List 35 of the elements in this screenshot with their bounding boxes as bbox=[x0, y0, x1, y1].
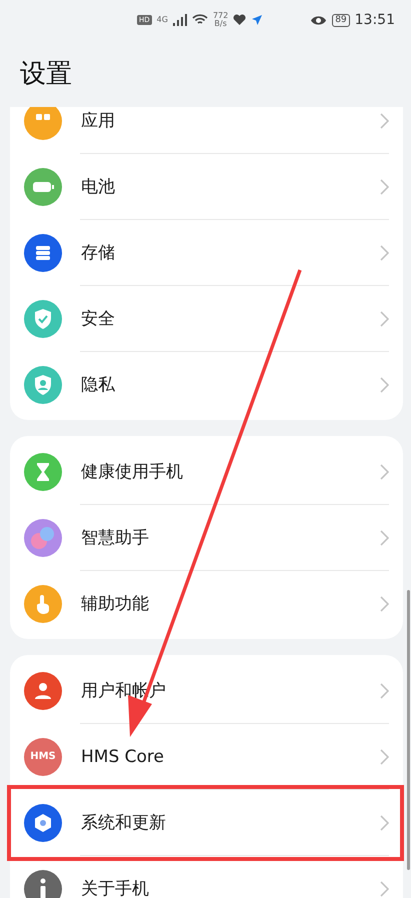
chevron-icon bbox=[380, 112, 389, 128]
chevron-icon bbox=[380, 464, 389, 480]
battery-indicator: 89 bbox=[332, 14, 350, 26]
settings-item[interactable]: 辅助功能 bbox=[10, 571, 403, 636]
speed-value: 772 bbox=[212, 12, 228, 20]
page-title: 设置 bbox=[20, 58, 72, 91]
signal-icon bbox=[172, 14, 187, 26]
settings-item[interactable]: 系统和更新 bbox=[10, 790, 403, 855]
settings-item[interactable]: 智慧助手 bbox=[10, 505, 403, 570]
network-type: 4G bbox=[156, 16, 168, 24]
settings-item[interactable]: 健康使用手机 bbox=[10, 439, 403, 504]
hms-icon: HMS bbox=[24, 738, 62, 776]
chevron-icon bbox=[380, 748, 389, 764]
speed-unit: B/s bbox=[214, 20, 227, 28]
settings-item[interactable]: 关于手机 bbox=[10, 856, 403, 898]
chevron-icon bbox=[380, 530, 389, 546]
settings-item[interactable]: 隐私 bbox=[10, 352, 403, 417]
settings-item[interactable]: 应用 bbox=[10, 107, 403, 153]
chevron-icon bbox=[380, 880, 389, 896]
wifi-icon bbox=[192, 14, 208, 26]
chevron-icon bbox=[380, 310, 389, 326]
clock: 13:51 bbox=[354, 12, 395, 28]
eye-icon bbox=[310, 14, 328, 26]
settings-item[interactable]: 存储 bbox=[10, 220, 403, 285]
chevron-icon bbox=[380, 376, 389, 392]
chevron-icon bbox=[380, 682, 389, 698]
chevron-icon bbox=[380, 178, 389, 194]
settings-item[interactable]: HMS HMS Core bbox=[10, 724, 403, 789]
settings-item[interactable]: 电池 bbox=[10, 154, 403, 219]
settings-item[interactable]: 安全 bbox=[10, 286, 403, 351]
chevron-icon bbox=[380, 814, 389, 830]
chevron-icon bbox=[380, 596, 389, 612]
chevron-icon bbox=[380, 244, 389, 260]
heart-icon bbox=[233, 14, 246, 26]
send-icon bbox=[251, 14, 264, 26]
